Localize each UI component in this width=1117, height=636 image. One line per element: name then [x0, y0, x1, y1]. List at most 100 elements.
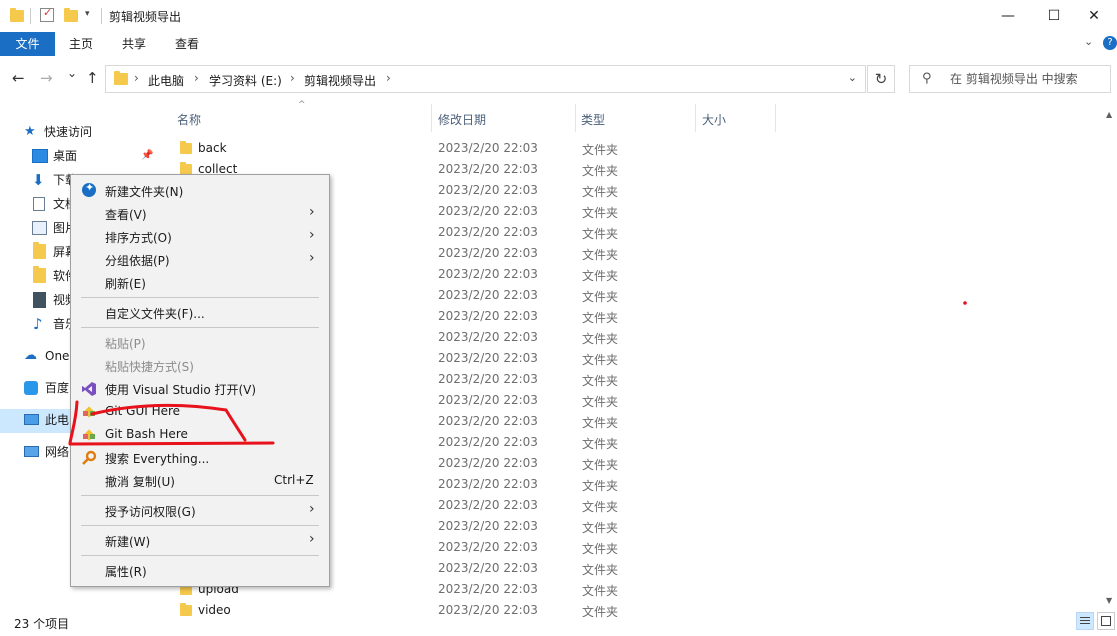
recent-locations-button[interactable]: ⌄: [67, 66, 77, 80]
submenu-arrow-icon: ›: [309, 531, 315, 547]
file-type: 文件夹: [582, 206, 619, 220]
nav-label: One: [45, 349, 70, 363]
chevron-down-icon[interactable]: ⌄: [848, 71, 857, 84]
column-divider[interactable]: [695, 104, 696, 132]
up-button[interactable]: ↑: [86, 69, 99, 87]
menu-item-git-bash[interactable]: Git Bash Here: [71, 423, 329, 446]
file-date: 2023/2/20 22:03: [438, 582, 538, 596]
folder-icon: [10, 8, 24, 22]
menu-item-new[interactable]: 新建(W) ›: [71, 529, 329, 552]
document-icon: [33, 197, 45, 211]
column-name[interactable]: 名称: [177, 111, 201, 128]
tab-home[interactable]: 主页: [59, 32, 103, 56]
refresh-button[interactable]: ↻: [867, 65, 895, 93]
breadcrumb-this-pc[interactable]: 此电脑: [148, 72, 184, 89]
cloud-icon: ☁: [24, 348, 37, 363]
menu-item-group-by[interactable]: 分组依据(P) ›: [71, 248, 329, 271]
menu-item-git-gui[interactable]: Git GUI Here: [71, 400, 329, 423]
file-date: 2023/2/20 22:03: [438, 351, 538, 365]
close-button[interactable]: ✕: [1071, 0, 1117, 32]
file-date: 2023/2/20 22:03: [438, 519, 538, 533]
menu-label: 新建(W): [105, 535, 151, 549]
menu-separator: [81, 555, 319, 556]
submenu-arrow-icon: ›: [309, 501, 315, 517]
chevron-right-icon[interactable]: ›: [290, 71, 295, 85]
tab-file[interactable]: 文件: [0, 32, 55, 56]
menu-label: 粘贴快捷方式(S): [105, 360, 194, 374]
window-title: 剪辑视频导出: [109, 10, 182, 24]
menu-item-search-everything[interactable]: 搜索 Everything...: [71, 446, 329, 469]
menu-label: Git GUI Here: [105, 404, 181, 418]
column-divider[interactable]: [575, 104, 576, 132]
download-icon: ⬇: [32, 171, 45, 189]
menu-label: 使用 Visual Studio 打开(V): [105, 383, 257, 397]
menu-label: 查看(V): [105, 208, 147, 222]
column-divider[interactable]: [431, 104, 432, 132]
menu-item-new-folder[interactable]: ✦ 新建文件夹(N): [71, 179, 329, 202]
column-date[interactable]: 修改日期: [438, 111, 486, 128]
chevron-right-icon[interactable]: ›: [386, 71, 391, 85]
column-headers: ^ 名称 修改日期 类型 大小: [158, 100, 1113, 132]
file-type: 文件夹: [582, 164, 619, 178]
scroll-down-icon[interactable]: ▼: [1106, 596, 1112, 605]
menu-label: 自定义文件夹(F)...: [105, 307, 205, 321]
menu-item-properties[interactable]: 属性(R): [71, 559, 329, 582]
nav-item-desktop[interactable]: 桌面 📌: [32, 145, 158, 167]
column-divider[interactable]: [775, 104, 776, 132]
help-icon[interactable]: ?: [1103, 36, 1117, 50]
tab-share[interactable]: 共享: [112, 32, 156, 56]
column-size[interactable]: 大小: [702, 111, 726, 128]
menu-label: 新建文件夹(N): [105, 185, 184, 199]
music-icon: ♪: [33, 315, 43, 333]
file-type: 文件夹: [582, 542, 619, 556]
menu-separator: [81, 495, 319, 496]
minimize-button[interactable]: —: [985, 0, 1031, 32]
menu-item-view[interactable]: 查看(V) ›: [71, 202, 329, 225]
nav-label: 快速访问: [44, 125, 93, 139]
navigation-bar: ← → ⌄ ↑ › 此电脑 › 学习资料 (E:) › 剪辑视频导出 › ⌄ ↻…: [0, 58, 1117, 100]
menu-item-customize-folder[interactable]: 自定义文件夹(F)...: [71, 301, 329, 324]
customize-toolbar-icon[interactable]: ▾: [85, 9, 90, 19]
file-type: 文件夹: [582, 395, 619, 409]
tab-view[interactable]: 查看: [165, 32, 209, 56]
menu-item-sort-by[interactable]: 排序方式(O) ›: [71, 225, 329, 248]
large-icons-view-icon[interactable]: [1097, 612, 1115, 630]
menu-separator: [81, 525, 319, 526]
breadcrumb-current[interactable]: 剪辑视频导出: [304, 72, 376, 89]
scroll-up-icon[interactable]: ▲: [1106, 110, 1112, 119]
breadcrumb-drive[interactable]: 学习资料 (E:): [209, 72, 282, 89]
details-view-icon[interactable]: [1076, 612, 1094, 630]
chevron-down-icon[interactable]: ⌄: [1084, 35, 1093, 48]
pin-icon[interactable]: 📌: [141, 145, 153, 167]
menu-item-give-access[interactable]: 授予访问权限(G) ›: [71, 499, 329, 522]
column-type[interactable]: 类型: [581, 111, 605, 128]
new-folder-quick-icon[interactable]: [64, 8, 78, 22]
divider: [30, 8, 31, 24]
menu-item-open-visual-studio[interactable]: 使用 Visual Studio 打开(V): [71, 377, 329, 400]
table-row[interactable]: back 2023/2/20 22:03 文件夹: [158, 138, 1088, 159]
menu-label: 分组依据(P): [105, 254, 170, 268]
forward-button[interactable]: →: [40, 69, 53, 87]
search-box[interactable]: ⚲: [909, 65, 1117, 93]
git-gui-icon: [81, 404, 97, 420]
chevron-right-icon[interactable]: ›: [194, 71, 199, 85]
address-bar[interactable]: › 此电脑 › 学习资料 (E:) › 剪辑视频导出 › ⌄: [105, 65, 866, 93]
file-type: 文件夹: [582, 227, 619, 241]
back-button[interactable]: ←: [12, 69, 25, 87]
item-count: 23 个项目: [14, 617, 70, 631]
file-date: 2023/2/20 22:03: [438, 141, 538, 155]
chevron-right-icon[interactable]: ›: [134, 71, 139, 85]
sort-ascending-icon: ^: [298, 100, 306, 110]
file-date: 2023/2/20 22:03: [438, 372, 538, 386]
file-date: 2023/2/20 22:03: [438, 540, 538, 554]
menu-item-refresh[interactable]: 刷新(E): [71, 271, 329, 294]
search-input[interactable]: [942, 67, 1117, 91]
properties-icon[interactable]: ✓: [40, 6, 54, 22]
vertical-scrollbar[interactable]: ▲ ▼: [1105, 104, 1117, 608]
file-type: 文件夹: [582, 437, 619, 451]
computer-icon: [24, 414, 39, 425]
menu-item-undo-copy[interactable]: 撤消 复制(U) Ctrl+Z: [71, 469, 329, 492]
file-type: 文件夹: [582, 416, 619, 430]
desktop-icon: [32, 149, 48, 163]
submenu-arrow-icon: ›: [309, 250, 315, 266]
